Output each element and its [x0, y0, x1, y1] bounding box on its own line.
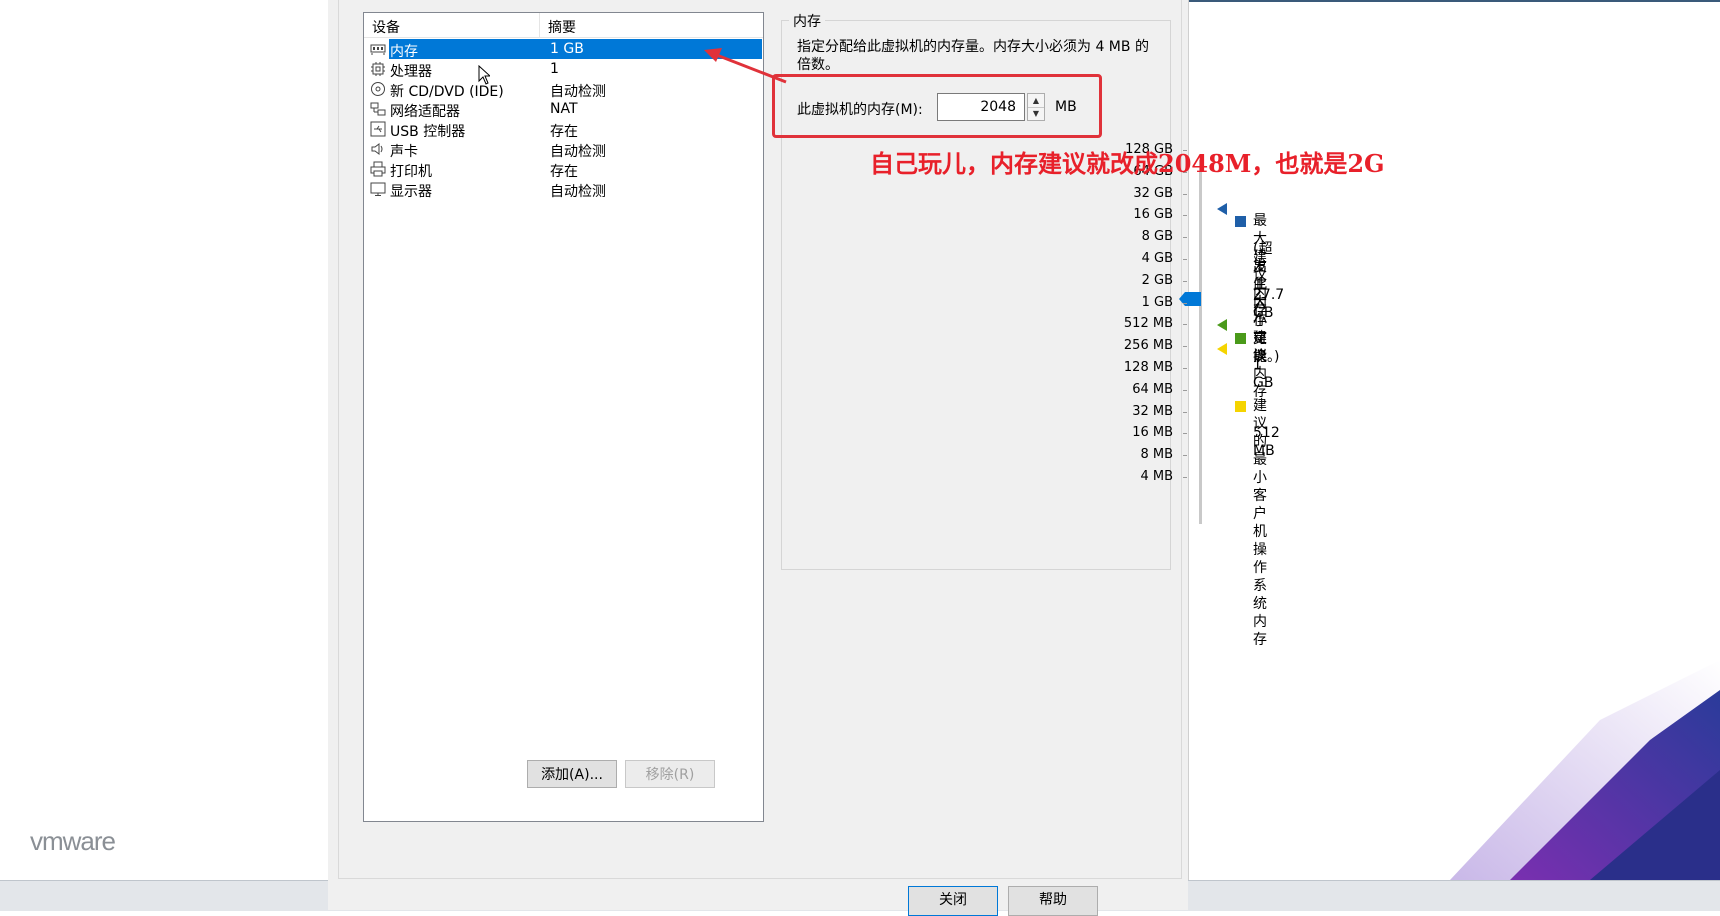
- device-name: 显示器: [390, 184, 432, 200]
- scale-label: 4 MB: [1140, 469, 1173, 484]
- scale-label: 64 MB: [1132, 381, 1173, 397]
- memory-unit: MB: [1055, 99, 1077, 115]
- close-button[interactable]: 关闭: [908, 886, 998, 916]
- device-summary: 1: [550, 61, 559, 77]
- scale-tick: [1183, 259, 1187, 260]
- scale-tick: [1183, 346, 1187, 348]
- dialog-content: 设备 摘要 内存 1 GB 处理器 1 新 CD/DVD (IDE) 自动检测: [338, 0, 1284, 879]
- scale-tick: [1183, 280, 1187, 282]
- scale-tick: [1183, 433, 1187, 435]
- scale-tick: [1183, 324, 1187, 326]
- device-row-display[interactable]: 显示器 自动检测: [364, 178, 763, 200]
- scale-label: 128 MB: [1123, 360, 1173, 375]
- recommended-marker-icon: [1217, 319, 1227, 331]
- scale-label: 1 GB: [1141, 294, 1173, 310]
- scale-label: 4 GB: [1141, 251, 1173, 266]
- scale-tick: [1183, 368, 1187, 369]
- memory-icon: [370, 44, 386, 55]
- monitor-icon: [370, 182, 386, 196]
- header-divider: [539, 13, 540, 37]
- recommended-value: 1 GB: [1253, 357, 1274, 391]
- scale-label: 256 MB: [1123, 338, 1173, 354]
- help-button[interactable]: 帮助: [1008, 886, 1098, 916]
- device-row-printer[interactable]: 打印机 存在: [364, 158, 763, 180]
- scale-tick: [1183, 455, 1187, 457]
- min-recommended-value: 512 MB: [1253, 425, 1280, 459]
- annotation-arrow: [704, 48, 787, 84]
- scale-label: 8 GB: [1141, 229, 1173, 245]
- vm-settings-dialog: 设备 摘要 内存 1 GB 处理器 1 新 CD/DVD (IDE) 自动检测: [328, 0, 1284, 916]
- speaker-icon: [371, 143, 383, 155]
- remove-device-button[interactable]: 移除(R): [625, 760, 715, 788]
- scale-label: 32 MB: [1132, 403, 1173, 419]
- scale-tick: [1183, 411, 1187, 413]
- max-recommended-value: 27.7 GB: [1253, 287, 1285, 321]
- scale-tick: [1183, 215, 1187, 217]
- vmware-logo: vmware: [30, 826, 116, 856]
- min-recommended-legend-icon: [1235, 401, 1246, 412]
- recommended-legend-icon: [1235, 333, 1246, 344]
- memory-description: 指定分配给此虚拟机的内存量。内存大小必须为 4 MB 的倍数。: [797, 39, 1149, 73]
- scale-tick: [1183, 302, 1187, 304]
- spin-up-icon[interactable]: ▲: [1028, 94, 1044, 108]
- memory-input[interactable]: 2048: [937, 93, 1025, 121]
- scale-tick: [1183, 193, 1187, 195]
- scale-label: 8 MB: [1140, 447, 1173, 463]
- memory-slider-track[interactable]: [1199, 160, 1202, 524]
- disc-icon: [371, 82, 385, 96]
- device-row-network[interactable]: 网络适配器 NAT: [364, 98, 763, 120]
- max-recommended-legend-icon: [1235, 216, 1246, 227]
- memory-spinner[interactable]: ▲ ▼: [1027, 93, 1045, 121]
- mouse-cursor-icon: [478, 65, 490, 85]
- memory-group-title: 内存: [789, 11, 825, 31]
- device-summary: 自动检测: [550, 184, 606, 200]
- device-list-header: 设备 摘要: [364, 13, 763, 38]
- cpu-icon: [371, 62, 385, 76]
- scale-tick: [1183, 389, 1187, 391]
- scale-label: 16 GB: [1133, 207, 1173, 223]
- device-list[interactable]: 设备 摘要 内存 1 GB 处理器 1 新 CD/DVD (IDE) 自动检测: [363, 12, 764, 822]
- header-device[interactable]: 设备: [372, 17, 400, 37]
- brand-decoration-graphic: [1450, 660, 1720, 880]
- scale-label: 32 GB: [1133, 185, 1173, 201]
- device-summary: NAT: [550, 101, 578, 117]
- usb-icon: [370, 121, 386, 137]
- memory-slider-thumb[interactable]: [1179, 292, 1201, 306]
- memory-input-value: 2048: [980, 99, 1016, 115]
- printer-icon: [370, 161, 386, 177]
- scale-label: 2 GB: [1141, 272, 1173, 288]
- device-summary: 1 GB: [550, 41, 584, 57]
- network-icon: [370, 102, 386, 116]
- background-window-left: [0, 0, 329, 880]
- scale-label: 16 MB: [1132, 425, 1173, 441]
- max-recommended-marker-icon: [1217, 203, 1227, 215]
- window-top-border: [1189, 0, 1720, 2]
- scale-tick: [1183, 477, 1187, 478]
- min-recommended-marker-icon: [1217, 343, 1227, 355]
- spin-down-icon[interactable]: ▼: [1028, 107, 1044, 120]
- scale-label: 512 MB: [1123, 316, 1173, 332]
- device-row-sound[interactable]: 声卡 自动检测: [364, 138, 763, 160]
- header-summary[interactable]: 摘要: [548, 17, 576, 37]
- scale-tick: [1183, 237, 1187, 239]
- add-device-button[interactable]: 添加(A)...: [527, 760, 617, 788]
- memory-field-label: 此虚拟机的内存(M):: [797, 102, 923, 118]
- device-row-usb[interactable]: USB 控制器 存在: [364, 118, 763, 140]
- annotation-text: 自己玩儿，内存建议就改成2048M，也就是2G: [870, 149, 1385, 178]
